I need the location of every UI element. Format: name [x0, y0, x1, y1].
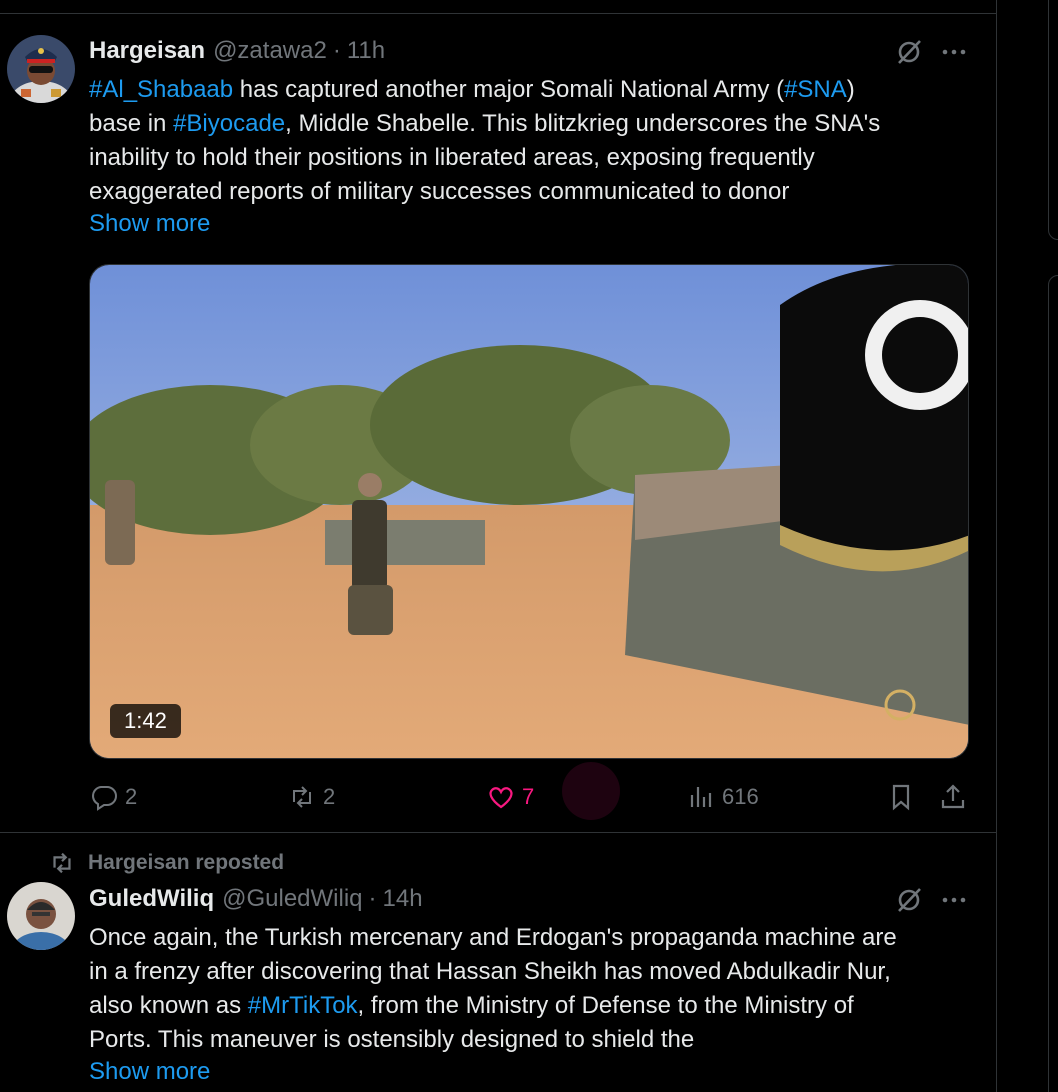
video-player[interactable]: 1:42 — [89, 264, 969, 759]
more-icon[interactable] — [939, 37, 969, 67]
text-line-3: also known as #MrTikTok, from the Minist… — [89, 989, 989, 1023]
grok-icon[interactable] — [894, 37, 924, 67]
grok-icon[interactable] — [894, 885, 924, 915]
more-icon[interactable] — [939, 885, 969, 915]
tweet-hargeisan[interactable]: Hargeisan @zatawa2 · 11h #Al_Shabaab has… — [0, 0, 997, 832]
sidebar-card — [1048, 0, 1058, 240]
show-more-link[interactable]: Show more — [89, 1058, 210, 1086]
repost-icon — [293, 786, 311, 808]
timestamp[interactable]: 14h — [383, 885, 423, 913]
tweet-actions: 2 2 7 616 — [89, 762, 969, 820]
bookmark-button[interactable] — [886, 777, 916, 817]
text-line-1: Once again, the Turkish mercenary and Er… — [89, 924, 897, 951]
text-line-2: base in #Biyocade, Middle Shabelle. This… — [89, 107, 969, 141]
share-icon — [941, 784, 965, 809]
like-count: 7 — [522, 784, 535, 809]
reply-icon — [92, 786, 117, 811]
views-count: 616 — [722, 784, 759, 809]
right-sidebar — [1048, 0, 1058, 1092]
sidebar-card — [1048, 275, 1058, 1092]
reply-count: 2 — [125, 784, 138, 809]
author-name[interactable]: GuledWiliq — [89, 885, 214, 913]
tweet-header: Hargeisan @zatawa2 · 11h — [89, 36, 385, 66]
text-line-3: inability to hold their positions in lib… — [89, 144, 815, 171]
avatar[interactable] — [7, 35, 75, 103]
text-line-4: Ports. This maneuver is ostensibly desig… — [89, 1026, 695, 1053]
hashtag-link[interactable]: #Al_Shabaab — [89, 76, 233, 103]
views-icon — [690, 787, 712, 807]
like-button[interactable]: 7 — [486, 777, 534, 817]
author-handle[interactable]: @GuledWiliq — [222, 885, 362, 913]
heart-icon — [489, 787, 513, 809]
text-line-1: #Al_Shabaab has captured another major S… — [89, 73, 969, 107]
separator-dot: · — [332, 37, 341, 64]
views-button[interactable]: 616 — [686, 777, 759, 817]
like-highlight — [562, 762, 620, 820]
repost-count: 2 — [323, 784, 336, 809]
text-line-4: exaggerated reports of military successe… — [89, 178, 790, 205]
separator-dot: · — [368, 885, 377, 912]
text-segment: , from the Ministry of Defense to the Mi… — [357, 992, 854, 1019]
video-duration: 1:42 — [110, 704, 181, 738]
hashtag-link[interactable]: #MrTikTok — [248, 992, 358, 1019]
text-segment: ) — [846, 76, 855, 103]
bookmark-icon — [892, 784, 910, 811]
author-handle[interactable]: @zatawa2 — [213, 37, 327, 65]
show-more-link[interactable]: Show more — [89, 210, 210, 238]
tweet-text: Once again, the Turkish mercenary and Er… — [89, 921, 989, 1057]
timestamp[interactable]: 11h — [347, 37, 385, 65]
text-segment: also known as — [89, 992, 248, 1019]
text-segment: base in — [89, 110, 174, 137]
reply-button[interactable]: 2 — [89, 777, 137, 817]
repost-button[interactable]: 2 — [287, 777, 335, 817]
timeline-feed: Hargeisan @zatawa2 · 11h #Al_Shabaab has… — [0, 0, 997, 1092]
tweet-guledwiliq[interactable]: GuledWiliq @GuledWiliq · 14h Once again,… — [0, 832, 997, 1092]
hashtag-link[interactable]: #SNA — [784, 76, 847, 103]
tweet-header: GuledWiliq @GuledWiliq · 14h — [89, 884, 423, 914]
share-button[interactable] — [938, 777, 968, 817]
avatar[interactable] — [7, 882, 75, 950]
author-name[interactable]: Hargeisan — [89, 37, 205, 65]
video-thumbnail — [90, 265, 968, 758]
tweet-text: #Al_Shabaab has captured another major S… — [89, 73, 969, 209]
text-line-2: in a frenzy after discovering that Hassa… — [89, 958, 891, 985]
text-segment: , Middle Shabelle. This blitzkrieg under… — [285, 110, 881, 137]
text-segment: has captured another major Somali Nation… — [233, 76, 785, 103]
hashtag-link[interactable]: #Biyocade — [173, 110, 285, 137]
